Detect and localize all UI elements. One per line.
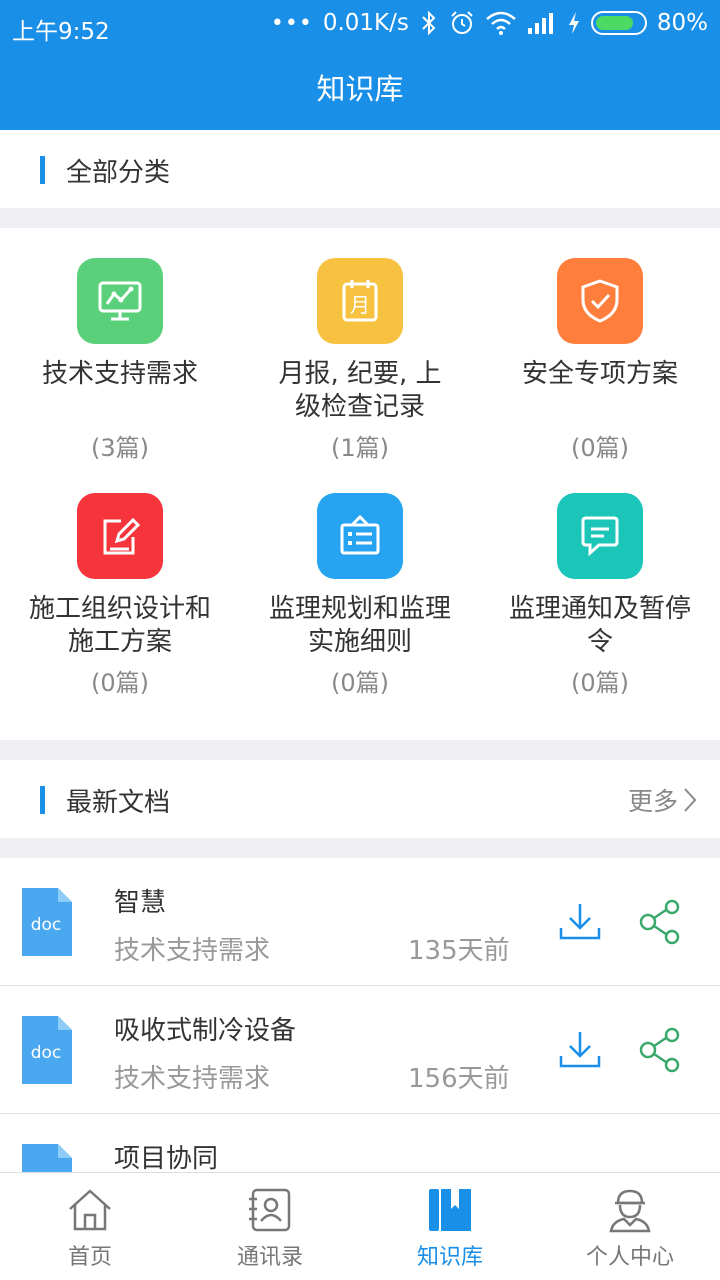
category-name: 施工组织设计和施工方案 [28,594,211,657]
category-count: (0篇) [91,669,149,697]
message-icon [557,493,643,579]
category-count: (3篇) [91,434,149,462]
chevron-right-icon [684,788,697,812]
tab-home[interactable]: 首页 [0,1173,180,1280]
svg-text:doc: doc [31,1043,62,1063]
shield-check-icon [557,258,643,344]
battery-icon [590,11,647,35]
category-item-supervision-plan[interactable]: 监理规划和监理实施细则 (0篇) [240,493,480,698]
section-accent-bar [40,156,45,184]
share-icon[interactable] [636,898,684,946]
svg-text:doc: doc [31,915,62,935]
status-bar: 上午9:52 ••• 0.01K/s 80% [0,0,720,52]
doc-file-icon: doc [22,1016,72,1084]
battery-percent: 80% [656,10,708,36]
tab-profile[interactable]: 个人中心 [540,1173,720,1280]
contacts-icon [249,1188,291,1232]
download-icon[interactable] [556,898,604,946]
document-title: 吸收式制冷设备 [114,1016,297,1046]
status-right: ••• 0.01K/s 80% [271,10,708,36]
page-title: 知识库 [316,72,404,106]
document-time: 156天前 [408,1064,510,1094]
category-count: (0篇) [571,434,629,462]
category-name: 监理通知及暂停令 [508,594,691,657]
doc-file-icon [22,1144,72,1172]
document-category: 技术支持需求 [114,936,271,966]
doc-file-icon: doc [22,888,72,956]
tab-label: 知识库 [416,1245,483,1270]
category-item-safety-plan[interactable]: 安全专项方案 (0篇) [480,258,720,463]
network-speed: 0.01K/s [322,10,409,36]
more-dots-icon: ••• [270,10,313,36]
board-list-icon [317,493,403,579]
tab-contacts[interactable]: 通讯录 [180,1173,360,1280]
download-icon[interactable] [556,1026,604,1074]
edit-note-icon [77,493,163,579]
document-category: 技术支持需求 [114,1064,271,1094]
monitor-chart-icon [77,258,163,344]
document-row[interactable]: 项目协同 [0,1114,720,1172]
section-accent-bar [40,786,45,814]
categories-header: 全部分类 [0,130,720,208]
category-count: (0篇) [331,669,389,697]
document-time: 135天前 [408,936,510,966]
signal-icon [527,13,553,34]
category-grid: 技术支持需求 (3篇) 月 月报, 纪要, 上级检查记录 (1篇) 安全专项方案… [0,228,720,740]
alarm-icon [451,11,473,34]
category-item-supervision-notice[interactable]: 监理通知及暂停令 (0篇) [480,493,720,698]
status-time: 上午9:52 [12,19,110,45]
tab-knowledge-base[interactable]: 知识库 [360,1173,540,1280]
bookmark-book-icon [429,1189,471,1231]
worker-profile-icon [609,1189,651,1233]
calendar-month-icon: 月 [317,258,403,344]
svg-text:月: 月 [350,293,370,317]
category-count: (0篇) [571,669,629,697]
category-item-construction-design[interactable]: 施工组织设计和施工方案 (0篇) [0,493,240,698]
category-count: (1篇) [331,434,389,462]
category-item-monthly-report[interactable]: 月 月报, 纪要, 上级检查记录 (1篇) [240,258,480,463]
wifi-icon [486,11,516,35]
share-icon[interactable] [636,1026,684,1074]
category-name: 监理规划和监理实施细则 [268,594,451,657]
document-row[interactable]: doc 智慧 技术支持需求 135天前 [0,858,720,986]
document-row[interactable]: doc 吸收式制冷设备 技术支持需求 156天前 [0,986,720,1114]
bluetooth-icon [422,10,436,36]
document-title: 项目协同 [114,1144,219,1172]
category-name: 技术支持需求 [41,359,198,389]
document-list: doc 智慧 技术支持需求 135天前 doc 吸收式制冷设备 技术支持需求 1… [0,858,720,1172]
bottom-tab-bar: 首页 通讯录 知识库 个人中心 [0,1172,720,1280]
category-name: 安全专项方案 [521,359,678,389]
tab-label: 首页 [67,1245,112,1270]
document-title: 智慧 [114,888,167,918]
tab-label: 个人中心 [585,1245,674,1270]
latest-docs-header: 最新文档 更多 [0,760,720,838]
more-link[interactable]: 更多 [628,782,698,818]
categories-title: 全部分类 [66,158,171,188]
tab-label: 通讯录 [236,1245,303,1270]
charging-icon [568,12,579,34]
more-label: 更多 [627,787,678,816]
home-icon [69,1189,111,1231]
category-name: 月报, 纪要, 上级检查记录 [278,359,442,422]
category-item-tech-support[interactable]: 技术支持需求 (3篇) [0,258,240,463]
title-bar: 知识库 [0,52,720,130]
latest-docs-title: 最新文档 [66,788,171,818]
